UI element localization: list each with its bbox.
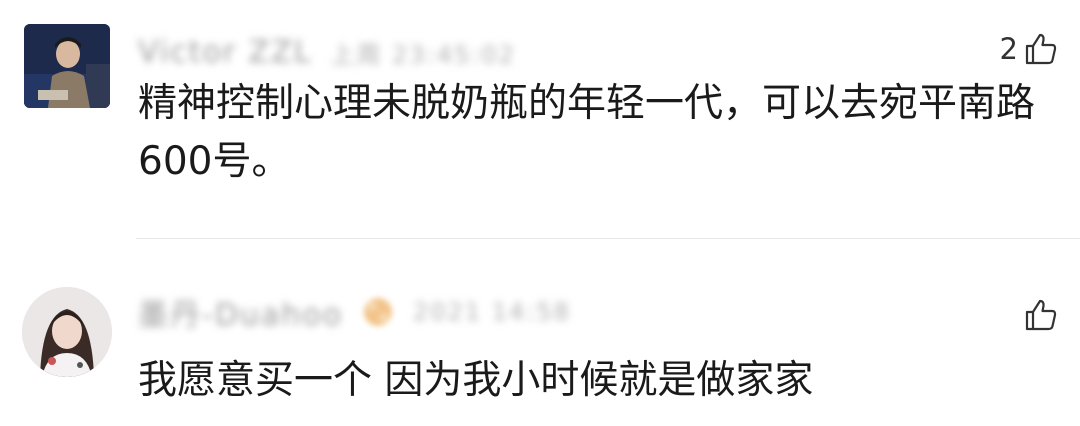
- comment-text: 我愿意买一个 因为我小时候就是做家家: [138, 358, 814, 403]
- like-button[interactable]: [1018, 298, 1058, 332]
- timestamp: 上周 23:45:02: [330, 40, 516, 69]
- avatar-image: [22, 287, 112, 377]
- like-count: 2: [999, 32, 1018, 66]
- thumbs-up-icon[interactable]: [1024, 298, 1058, 332]
- username[interactable]: 墨丹-Duahoo: [138, 290, 343, 334]
- divider: [136, 238, 1080, 239]
- badge-icon: [364, 298, 393, 326]
- comment-item: Victor ZZL 上周 23:45:02 2 精神控制心理未脱奶瓶的年轻一代…: [0, 0, 1080, 240]
- comment-meta: Victor ZZL 上周 23:45:02: [138, 32, 516, 72]
- comment-item: 墨丹-Duahoo 2021 14:58 我愿意买一个 因为我小时候就是做家家: [0, 240, 1080, 426]
- avatar[interactable]: [22, 287, 112, 377]
- like-button[interactable]: 2: [1000, 32, 1058, 66]
- timestamp: 2021 14:58: [413, 298, 571, 326]
- avatar[interactable]: [24, 24, 110, 108]
- thumbs-up-icon[interactable]: [1024, 32, 1058, 66]
- avatar-image: [24, 24, 110, 108]
- comment-meta: 墨丹-Duahoo 2021 14:58: [138, 290, 571, 334]
- comment-text: 精神控制心理未脱奶瓶的年轻一代，可以去宛平南路600号。: [138, 81, 1036, 184]
- username[interactable]: Victor ZZL: [138, 35, 313, 70]
